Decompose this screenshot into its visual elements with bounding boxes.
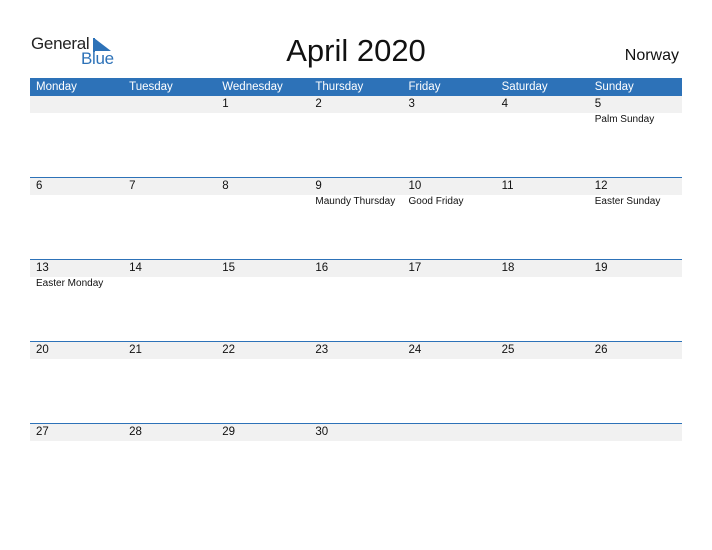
day-number: 16 <box>315 262 329 274</box>
holiday-label <box>216 195 309 209</box>
holiday-label <box>403 277 496 291</box>
holiday-label <box>216 113 309 127</box>
weeks-container: 1 2 3 4 5 Palm Sunday 6 7 8 9 10 11 12 Maundy Thursda… <box>30 96 682 505</box>
holiday-label <box>309 277 402 291</box>
day-number: 6 <box>36 180 43 192</box>
day-number: 30 <box>315 426 329 438</box>
page-title: April 2020 <box>286 33 426 68</box>
day-number: 12 <box>594 180 608 192</box>
weekday-header-monday: Monday <box>36 81 77 93</box>
holiday-label <box>30 113 123 127</box>
holiday-label <box>496 113 589 127</box>
holiday-label: Palm Sunday <box>594 114 655 125</box>
holiday-label <box>589 277 682 291</box>
date-number-row: 13 14 15 16 17 18 19 <box>30 260 682 277</box>
day-number: 1 <box>222 98 229 110</box>
day-number: 27 <box>36 426 49 438</box>
date-number-row: 27 28 29 30 <box>30 424 682 441</box>
day-number: 14 <box>129 262 142 274</box>
day-number: 8 <box>222 180 229 192</box>
weekday-header-saturday: Saturday <box>501 81 548 93</box>
day-number <box>496 424 589 441</box>
event-row: Easter Monday <box>30 277 682 291</box>
holiday-label <box>496 277 589 291</box>
day-number: 2 <box>315 98 322 110</box>
week-row: 6 7 8 9 10 11 12 Maundy Thursday Good Friday East… <box>30 177 682 259</box>
weekday-header-wednesday: Wednesday <box>222 81 283 93</box>
day-number <box>123 96 216 113</box>
day-number: 17 <box>408 262 422 274</box>
day-number: 22 <box>222 344 236 356</box>
day-number: 4 <box>501 98 509 110</box>
holiday-label <box>309 113 402 127</box>
holiday-label: Maundy Thursday <box>315 196 396 207</box>
weekday-header-tuesday: Tuesday <box>129 81 173 93</box>
country-label: Norway <box>624 47 679 64</box>
day-number: 19 <box>594 262 608 274</box>
holiday-label <box>123 113 216 127</box>
day-number <box>30 96 123 113</box>
holiday-label <box>496 195 589 209</box>
weekday-header: Monday Tuesday Wednesday Thursday Friday Satu… <box>30 78 682 96</box>
day-number: 5 <box>594 98 602 110</box>
calendar-grid: Monday Tuesday Wednesday Thursday Friday Satu… <box>30 78 682 505</box>
day-number: 23 <box>315 344 329 356</box>
weekday-header-sunday: Sunday <box>594 81 634 93</box>
holiday-label <box>216 277 309 291</box>
day-number: 9 <box>315 180 322 192</box>
day-number: 25 <box>501 344 515 356</box>
day-number: 3 <box>408 98 415 110</box>
week-row: 1 2 3 4 5 Palm Sunday <box>30 96 682 177</box>
holiday-label <box>403 113 496 127</box>
week-row: 13 14 15 16 17 18 19 Easter Monday <box>30 259 682 341</box>
day-number <box>589 424 682 441</box>
date-number-row: 6 7 8 9 10 11 12 <box>30 178 682 195</box>
day-number: 28 <box>129 426 142 438</box>
holiday-label <box>123 195 216 209</box>
week-row: 20 21 22 23 24 25 26 <box>30 341 682 423</box>
day-number: 11 <box>501 180 514 192</box>
day-number: 15 <box>222 262 236 274</box>
weekday-header-friday: Friday <box>408 81 441 93</box>
day-number: 24 <box>408 344 422 356</box>
event-row: Palm Sunday <box>30 113 682 127</box>
day-number: 18 <box>501 262 515 274</box>
holiday-label <box>30 195 123 209</box>
day-number <box>403 424 496 441</box>
date-number-row: 1 2 3 4 5 <box>30 96 682 113</box>
day-number: 21 <box>129 344 142 356</box>
holiday-label <box>123 277 216 291</box>
weekday-header-thursday: Thursday <box>315 81 364 93</box>
day-number: 26 <box>594 344 608 356</box>
holiday-label: Easter Sunday <box>594 196 661 207</box>
date-number-row: 20 21 22 23 24 25 26 <box>30 342 682 359</box>
day-number: 7 <box>129 180 136 192</box>
week-row: 27 28 29 30 <box>30 423 682 505</box>
event-row: Maundy Thursday Good Friday Easter Sunday <box>30 195 682 209</box>
day-number: 13 <box>36 262 49 274</box>
day-number: 20 <box>36 344 49 356</box>
holiday-label: Easter Monday <box>36 278 104 289</box>
holiday-label: Good Friday <box>408 196 464 207</box>
day-number: 29 <box>222 426 236 438</box>
day-number: 10 <box>408 180 422 192</box>
